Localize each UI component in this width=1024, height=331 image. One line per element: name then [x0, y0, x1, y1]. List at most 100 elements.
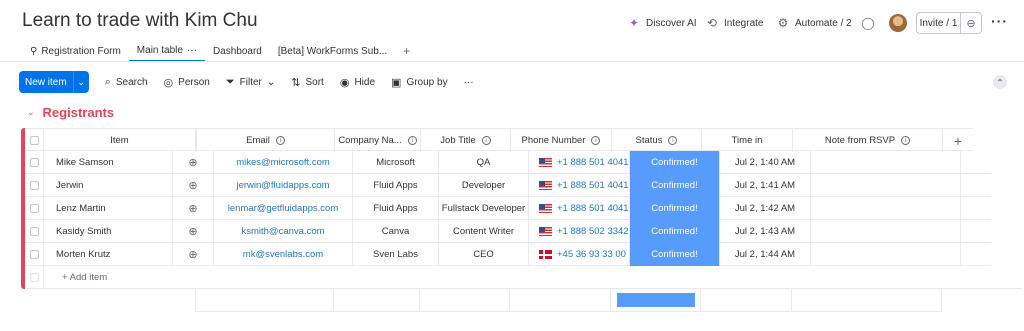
person-filter-button[interactable]: ◎ Person [164, 76, 210, 89]
column-header-note[interactable]: Note from RSVP i [793, 129, 943, 152]
status-cell[interactable]: Confirmed! [630, 220, 720, 243]
table-row[interactable]: Morten Krutz ⊕ mk@svenlabs.com Sven Labs CEO… [25, 243, 991, 266]
phone-cell[interactable]: +1 888 501 4041 [529, 197, 630, 220]
job-title-cell[interactable]: QA [439, 151, 529, 174]
board-title[interactable]: Learn to trade with Kim Chu [22, 10, 258, 32]
column-header-email[interactable]: Email i [196, 129, 335, 152]
email-link[interactable]: mikes@microsoft.com [236, 157, 330, 168]
tab-main-table[interactable]: Main table ··· [128, 40, 205, 62]
column-header-item[interactable]: Item [44, 129, 195, 152]
company-cell[interactable]: Sven Labs [353, 243, 439, 266]
table-row[interactable]: Mike Samson ⊕ mikes@microsoft.com Microsoft… [25, 151, 991, 174]
info-icon[interactable]: i [591, 136, 601, 145]
email-cell[interactable]: lenmar@getfluidapps.com [214, 197, 353, 220]
time-in-cell[interactable]: Jul 2, 1:42 AM [720, 197, 811, 220]
table-row[interactable]: Kasidy Smith ⊕ ksmith@canva.com Canva Conten… [25, 220, 991, 243]
row-checkbox[interactable] [29, 158, 39, 167]
sort-button[interactable]: ⇅ Sort [291, 76, 324, 89]
phone-number[interactable]: +45 36 93 33 00 [557, 249, 626, 260]
status-cell[interactable]: Confirmed! [630, 197, 720, 220]
avatar[interactable] [889, 14, 907, 32]
email-link[interactable]: jerwin@fluidapps.com [236, 180, 329, 191]
email-cell[interactable]: mikes@microsoft.com [214, 151, 353, 174]
group-by-button[interactable]: ▣ Group by [391, 76, 448, 89]
add-view-button[interactable]: + [395, 40, 418, 62]
email-cell[interactable]: jerwin@fluidapps.com [214, 174, 353, 197]
integrate-button[interactable]: ⟲ Integrate [705, 16, 764, 30]
job-title-cell[interactable]: Fullstack Developer [439, 197, 529, 220]
add-column-button[interactable]: + [943, 129, 973, 152]
add-update-button[interactable]: ⊕ [173, 220, 214, 243]
copy-link-icon[interactable]: ⊖ [961, 13, 981, 33]
hide-button[interactable]: ◉ Hide [340, 76, 375, 89]
add-update-button[interactable]: ⊕ [173, 197, 214, 220]
company-cell[interactable]: Microsoft [353, 151, 439, 174]
info-icon[interactable]: i [275, 136, 285, 145]
row-checkbox[interactable] [29, 204, 39, 213]
time-in-cell[interactable]: Jul 2, 1:43 AM [720, 220, 811, 243]
chevron-down-icon[interactable]: ⌄ [27, 107, 35, 118]
job-title-cell[interactable]: Developer [439, 174, 529, 197]
company-cell[interactable]: Canva [353, 220, 439, 243]
row-checkbox[interactable] [29, 227, 39, 236]
add-update-button[interactable]: ⊕ [173, 243, 214, 266]
note-cell[interactable] [811, 151, 961, 174]
info-icon[interactable]: i [668, 136, 678, 145]
email-link[interactable]: mk@svenlabs.com [243, 249, 323, 260]
item-name-cell[interactable]: Jerwin [44, 174, 173, 197]
phone-cell[interactable]: +1 888 502 3342 [529, 220, 630, 243]
info-icon[interactable]: i [481, 136, 491, 145]
email-link[interactable]: ksmith@canva.com [241, 226, 324, 237]
company-cell[interactable]: Fluid Apps [353, 174, 439, 197]
column-header-company[interactable]: Company Na... i [335, 129, 421, 152]
row-checkbox[interactable] [29, 181, 39, 190]
status-summary-cell[interactable] [611, 289, 701, 312]
row-checkbox[interactable] [29, 250, 39, 259]
tab-options-icon[interactable]: ··· [187, 45, 197, 56]
invite-button[interactable]: Invite / 1 [917, 13, 961, 33]
note-cell[interactable] [811, 174, 961, 197]
column-header-job-title[interactable]: Job Title i [421, 129, 511, 152]
time-in-cell[interactable]: Jul 2, 1:44 AM [720, 243, 811, 266]
note-cell[interactable] [811, 197, 961, 220]
info-icon[interactable]: i [901, 136, 911, 145]
note-cell[interactable] [811, 220, 961, 243]
more-options-icon[interactable]: ··· [991, 13, 1008, 29]
updates-button[interactable]: ◯ [861, 16, 875, 30]
email-cell[interactable]: ksmith@canva.com [214, 220, 353, 243]
table-row[interactable]: Jerwin ⊕ jerwin@fluidapps.com Fluid Apps Dev… [25, 174, 991, 197]
chevron-down-icon[interactable]: ⌄ [72, 71, 89, 93]
add-update-button[interactable]: ⊕ [173, 174, 214, 197]
item-name-cell[interactable]: Morten Krutz [44, 243, 173, 266]
add-item-input[interactable]: + Add item [44, 266, 1022, 289]
phone-cell[interactable]: +1 888 501 4041 [529, 174, 630, 197]
email-cell[interactable]: mk@svenlabs.com [214, 243, 353, 266]
status-cell[interactable]: Confirmed! [630, 243, 720, 266]
chevron-down-icon[interactable]: ⌄ [240, 16, 249, 29]
group-title[interactable]: Registrants [43, 105, 115, 120]
new-item-button[interactable]: New item [19, 71, 73, 93]
phone-number[interactable]: +1 888 501 4041 [557, 180, 629, 191]
info-icon[interactable]: i [407, 136, 417, 145]
automate-button[interactable]: ⚙ Automate / 2 [776, 16, 852, 30]
table-row[interactable]: Lenz Martin ⊕ lenmar@getfluidapps.com Fluid… [25, 197, 991, 220]
company-cell[interactable]: Fluid Apps [353, 197, 439, 220]
more-toolbar-icon[interactable]: ··· [464, 77, 474, 88]
collapse-header-icon[interactable]: ⌃ [993, 75, 1007, 89]
tab-workforms[interactable]: [Beta] WorkForms Sub... [270, 40, 395, 62]
job-title-cell[interactable]: CEO [439, 243, 529, 266]
phone-number[interactable]: +1 888 501 4041 [557, 157, 629, 168]
phone-cell[interactable]: +45 36 93 33 00 [529, 243, 630, 266]
search-button[interactable]: ⌕ Search [105, 76, 148, 89]
item-name-cell[interactable]: Mike Samson [44, 151, 173, 174]
phone-number[interactable]: +1 888 502 3342 [557, 226, 629, 237]
phone-cell[interactable]: +1 888 501 4041 [529, 151, 630, 174]
time-in-cell[interactable]: Jul 2, 1:40 AM [720, 151, 811, 174]
discover-ai-button[interactable]: ✦ Discover AI [627, 16, 697, 30]
status-distribution-bar[interactable] [616, 293, 695, 307]
column-header-status[interactable]: Status i [612, 129, 702, 152]
status-cell[interactable]: Confirmed! [630, 151, 720, 174]
tab-registration-form[interactable]: ⚲ Registration Form [22, 40, 129, 62]
filter-button[interactable]: ⏷ Filter ⌄ [226, 76, 275, 89]
select-all-checkbox[interactable] [29, 136, 39, 145]
